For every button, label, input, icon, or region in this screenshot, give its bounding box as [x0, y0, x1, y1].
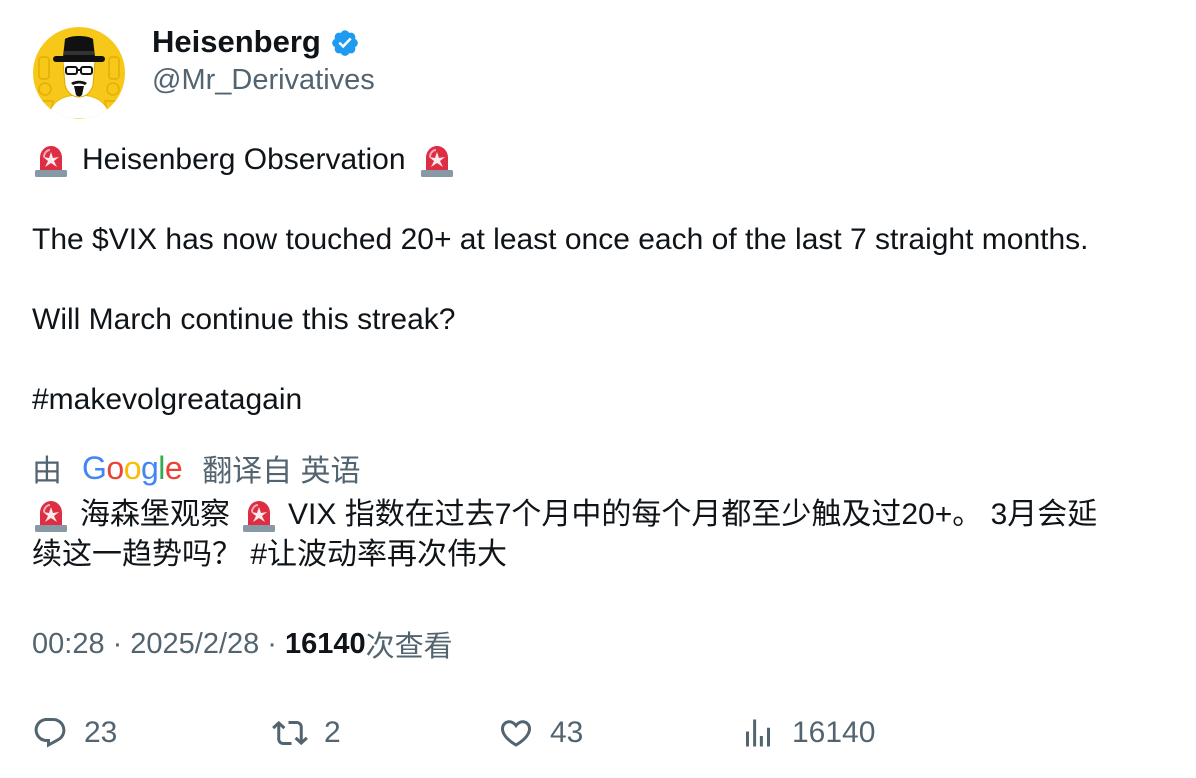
- views-button[interactable]: 16140: [740, 710, 875, 756]
- translation-attribution: 由 Google 翻译自 英语: [32, 446, 361, 490]
- views-action-count: 16140: [792, 716, 876, 749]
- action-bar: 23 2 43 16140: [32, 710, 1172, 756]
- tweet-meta: 00:28 · 2025/2/28 · 16140 次查看: [32, 624, 453, 664]
- like-count: 43: [550, 716, 584, 749]
- author-name-row: Heisenberg: [152, 22, 360, 62]
- retweet-count: 2: [324, 716, 341, 749]
- author-display-name[interactable]: Heisenberg: [152, 24, 321, 60]
- google-logo[interactable]: Google: [82, 450, 183, 487]
- tweet-headline: Heisenberg Observation: [82, 143, 406, 176]
- meta-separator: ·: [112, 627, 123, 660]
- reply-button[interactable]: 23: [32, 710, 117, 756]
- retweet-button[interactable]: 2: [272, 710, 341, 756]
- siren-icon: [32, 141, 70, 179]
- translated-body: VIX 指数在过去7个月中的每个月都至少触及过20+。 3月会延: [288, 498, 1098, 531]
- tweet-date[interactable]: 2025/2/28: [130, 628, 259, 661]
- verified-badge-icon[interactable]: [330, 28, 360, 58]
- analytics-icon: [746, 719, 770, 747]
- siren-icon: [418, 141, 456, 179]
- hashtag-link[interactable]: #makevolgreatagain: [32, 380, 1172, 420]
- heisenberg-avatar-icon: [33, 27, 125, 119]
- views-count: 16140: [284, 627, 366, 660]
- tweet-line-3: Will March continue this streak?: [32, 303, 456, 336]
- meta-separator: ·: [267, 627, 277, 660]
- tweet-line-2: The $VIX has now touched 20+ at least on…: [32, 223, 1089, 256]
- translated-text: 海森堡观察 VIX 指数在过去7个月中的每个月都至少触及过20+。 3月会延 续…: [32, 495, 1172, 575]
- translated-line-1: 海森堡观察 VIX 指数在过去7个月中的每个月都至少触及过20+。 3月会延: [32, 495, 1172, 535]
- siren-icon: [240, 496, 278, 534]
- translated-headline: 海森堡观察: [80, 498, 230, 531]
- heart-icon: [500, 720, 532, 747]
- translated-line-2: 续这一趋势吗？ #让波动率再次伟大: [32, 538, 508, 571]
- siren-icon: [32, 496, 70, 534]
- translation-suffix[interactable]: 翻译自 英语: [202, 446, 360, 490]
- like-button[interactable]: 43: [498, 710, 583, 756]
- tweet-time[interactable]: 00:28: [32, 628, 105, 661]
- reply-icon: [34, 718, 66, 748]
- retweet-icon: [272, 720, 308, 746]
- translation-prefix: 由: [32, 455, 62, 488]
- reply-count: 23: [84, 716, 118, 749]
- views-label: 次查看: [365, 631, 453, 663]
- avatar[interactable]: [33, 27, 125, 119]
- author-handle[interactable]: @Mr_Derivatives: [152, 64, 375, 97]
- tweet-text: Heisenberg Observation The $VIX has now …: [32, 140, 1172, 420]
- tweet-line-1: Heisenberg Observation: [32, 140, 1172, 180]
